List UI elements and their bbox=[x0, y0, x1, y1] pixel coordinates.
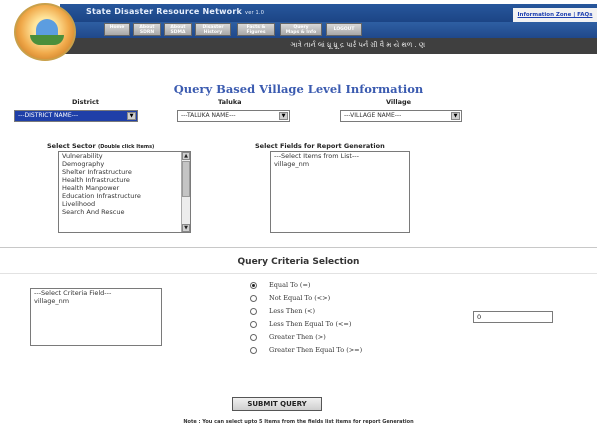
village-select-value: ---VILLAGE NAME--- bbox=[344, 112, 402, 119]
radio-button[interactable] bbox=[250, 334, 257, 341]
version-label: ver 1.0 bbox=[245, 10, 265, 16]
nav-label: Maps & Info bbox=[285, 30, 317, 35]
sdrn-logo bbox=[14, 3, 76, 61]
nav-disaster-history-button[interactable]: Disaster History bbox=[195, 23, 231, 36]
list-item[interactable]: Vulnerability bbox=[59, 152, 190, 160]
criteria-title: Query Criteria Selection bbox=[237, 257, 360, 267]
page-title: Query Based Village Level Information bbox=[173, 82, 424, 96]
language-band: ઞાત્રે તાર્ન લાં ધ્રૂ ધ્રૂ દ્ર પાર્ર પર્… bbox=[60, 38, 597, 54]
nav-bar: Home About SDRN About SDMA Disaster Hist… bbox=[60, 22, 597, 38]
radio-button[interactable] bbox=[250, 321, 257, 328]
radio-label: Not Equal To (<>) bbox=[269, 294, 331, 302]
note-text: Note : You can select upto 5 Items from … bbox=[183, 419, 414, 425]
radio-label: Greater Then Equal To (>=) bbox=[269, 346, 363, 354]
sector-scrollbar[interactable]: ▲ ▼ bbox=[181, 152, 190, 232]
nav-label: Figures bbox=[246, 30, 266, 35]
criteria-value-input[interactable]: 0 bbox=[473, 311, 553, 323]
section-divider bbox=[0, 247, 597, 248]
list-item[interactable]: Education Infrastructure bbox=[59, 192, 190, 200]
sector-label: Select Sector (Double click Items) bbox=[47, 142, 154, 150]
sector-label-text: Select Sector bbox=[47, 142, 96, 150]
village-label: Village bbox=[386, 98, 412, 106]
sector-listbox[interactable]: Vulnerability Demography Shelter Infrast… bbox=[58, 151, 191, 233]
info-faq-link[interactable]: Information Zone | FAQs bbox=[513, 8, 597, 22]
district-label: District bbox=[72, 98, 99, 106]
nav-label: SDMA bbox=[170, 30, 186, 35]
radio-button[interactable] bbox=[250, 295, 257, 302]
radio-button[interactable] bbox=[250, 347, 257, 354]
taluka-select[interactable]: ---TALUKA NAME--- ▼ bbox=[177, 110, 290, 122]
village-select[interactable]: ---VILLAGE NAME--- ▼ bbox=[340, 110, 462, 122]
nav-about-sdrn-button[interactable]: About SDRN bbox=[133, 23, 161, 36]
list-item[interactable]: Demography bbox=[59, 160, 190, 168]
sector-hint: (Double click Items) bbox=[97, 144, 155, 150]
chevron-down-icon[interactable]: ▼ bbox=[451, 112, 460, 120]
radio-label: Equal To (=) bbox=[269, 281, 311, 289]
site-header: State Disaster Resource Network ver 1.0 … bbox=[0, 0, 597, 62]
list-item[interactable]: ---Select Criteria Field--- bbox=[31, 289, 161, 297]
fields-label: Select Fields for Report Generation bbox=[255, 142, 385, 150]
nav-about-sdma-button[interactable]: About SDMA bbox=[164, 23, 192, 36]
list-item[interactable]: Shelter Infrastructure bbox=[59, 168, 190, 176]
nav-logout-button[interactable]: LOGOUT bbox=[326, 23, 362, 36]
district-select-value: ---DISTRICT NAME--- bbox=[18, 112, 79, 119]
nav-home-button[interactable]: Home bbox=[104, 23, 130, 36]
list-item[interactable]: Health Infrastructure bbox=[59, 176, 190, 184]
radio-button[interactable] bbox=[250, 282, 257, 289]
logo-sky bbox=[36, 19, 58, 35]
fields-listbox[interactable]: ---Select Items from List--- village_nm bbox=[270, 151, 410, 233]
nav-label: LOGOUT bbox=[333, 27, 355, 32]
nav-facts-figures-button[interactable]: Facts & Figures bbox=[237, 23, 275, 36]
list-item[interactable]: Search And Rescue bbox=[59, 208, 190, 216]
list-item[interactable]: Health Manpower bbox=[59, 184, 190, 192]
site-title-text: State Disaster Resource Network bbox=[86, 7, 243, 16]
list-item[interactable]: village_nm bbox=[271, 160, 409, 168]
chevron-down-icon[interactable]: ▼ bbox=[127, 112, 136, 120]
list-item[interactable]: ---Select Items from List--- bbox=[271, 152, 409, 160]
gujarati-title: ઞાત્રે તાર્ન લાં ધ્રૂ ધ્રૂ દ્ર પાર્ર પર્… bbox=[290, 41, 426, 49]
list-item[interactable]: village_nm bbox=[31, 297, 161, 305]
taluka-label: Taluka bbox=[218, 98, 242, 106]
radio-label: Greater Then (>) bbox=[269, 333, 326, 341]
radio-label: Less Then (<) bbox=[269, 307, 316, 315]
nav-label: Home bbox=[109, 25, 125, 30]
submit-query-button[interactable]: SUBMIT QUERY bbox=[232, 397, 322, 411]
criteria-field-listbox[interactable]: ---Select Criteria Field--- village_nm bbox=[30, 288, 162, 346]
section-divider bbox=[0, 273, 597, 274]
radio-button[interactable] bbox=[250, 308, 257, 315]
title-bar: State Disaster Resource Network ver 1.0 … bbox=[60, 4, 597, 22]
scroll-up-icon[interactable]: ▲ bbox=[182, 152, 190, 160]
scroll-down-icon[interactable]: ▼ bbox=[182, 224, 190, 232]
nav-label: History bbox=[203, 30, 223, 35]
radio-label: Less Then Equal To (<=) bbox=[269, 320, 352, 328]
logo-land bbox=[30, 35, 64, 45]
scroll-thumb[interactable] bbox=[182, 161, 190, 197]
list-item[interactable]: Livelihood bbox=[59, 200, 190, 208]
district-select[interactable]: ---DISTRICT NAME--- ▼ bbox=[14, 110, 138, 122]
site-title: State Disaster Resource Network ver 1.0 bbox=[86, 7, 264, 16]
taluka-select-value: ---TALUKA NAME--- bbox=[181, 112, 236, 119]
nav-label: SDRN bbox=[139, 30, 155, 35]
chevron-down-icon[interactable]: ▼ bbox=[279, 112, 288, 120]
nav-query-maps-button[interactable]: Query Maps & Info bbox=[280, 23, 322, 36]
